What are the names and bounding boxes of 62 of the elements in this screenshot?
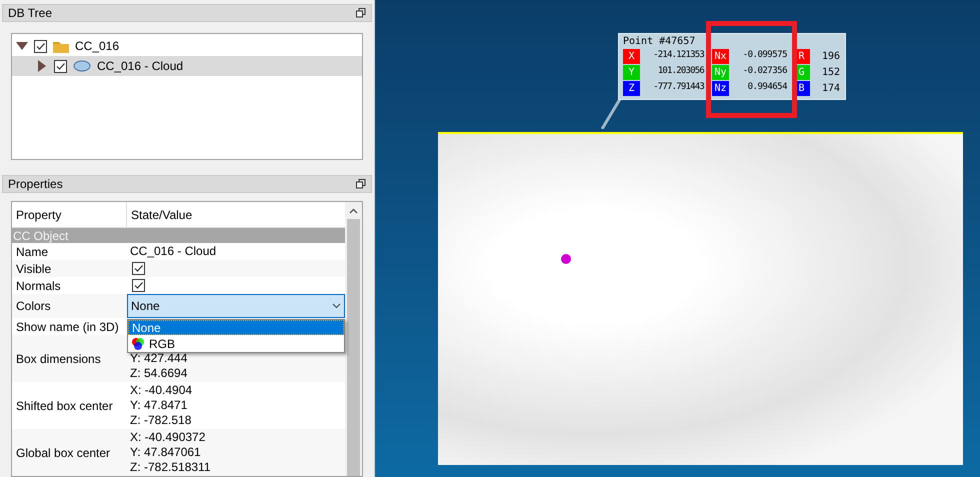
color-value: 196 <box>820 50 840 64</box>
collapsed-arrow-icon[interactable] <box>36 60 48 72</box>
property-value: Y: 47.847061 <box>129 445 202 460</box>
property-value: Z: -782.518311 <box>129 460 212 475</box>
normal-value: -0.099575 <box>742 49 788 62</box>
rgb-circles-icon <box>131 336 145 350</box>
property-value: X: -40.490372 <box>129 430 206 445</box>
coordinate-value: -214.121353 <box>652 49 704 62</box>
checkbox[interactable] <box>54 60 67 72</box>
axis-badge: Nx <box>712 48 729 64</box>
property-label: Normals <box>15 278 62 294</box>
property-value: Y: 47.8471 <box>129 398 188 413</box>
picked-point-marker <box>561 254 571 264</box>
property-value: Y: 427.444 <box>129 351 188 366</box>
float-window-icon[interactable] <box>356 8 366 18</box>
section-header: CC Object <box>12 228 345 243</box>
folder-icon <box>53 40 69 52</box>
dropdown-option[interactable]: None <box>128 320 344 335</box>
coordinate-value: -777.791443 <box>652 81 704 94</box>
expanded-arrow-icon[interactable] <box>16 40 28 52</box>
tree-item-label: CC_016 - Cloud <box>97 58 184 75</box>
property-label: Shifted box center <box>15 398 114 414</box>
property-value: Z: -782.518 <box>129 413 192 428</box>
column-header[interactable]: State/Value <box>127 202 345 227</box>
property-value: Z: 54.6694 <box>129 366 188 381</box>
3d-viewport[interactable]: Point #47657 X -214.121353 Nx -0.099575 R 196 Y 101.203056 Ny -0.027356 G 152 Z -777.791443 Nz 0.994654 B 174 <box>375 0 980 477</box>
color-value: 174 <box>820 82 840 96</box>
checkbox[interactable] <box>34 40 47 52</box>
scrollbar-thumb[interactable] <box>347 219 360 476</box>
cloud-icon <box>73 60 91 72</box>
axis-badge: Z <box>623 80 640 96</box>
property-value: CC_016 - Cloud <box>129 244 218 259</box>
axis-badge: Y <box>623 64 640 80</box>
axis-badge: Ny <box>712 64 729 80</box>
float-window-icon[interactable] <box>356 179 366 189</box>
coordinate-value: 101.203056 <box>656 65 704 78</box>
property-label: Global box center <box>15 444 112 462</box>
point-title: Point #47657 <box>623 35 696 48</box>
scrollbar[interactable] <box>345 202 362 476</box>
tree-item[interactable]: CC_016 - Cloud <box>12 56 362 76</box>
property-label: Colors <box>15 298 52 315</box>
checkbox[interactable] <box>132 279 145 292</box>
property-label: Box dimensions <box>15 350 102 368</box>
property-label: Visible <box>15 260 52 277</box>
color-value: 152 <box>820 66 840 80</box>
leader-line <box>601 99 621 129</box>
tree-item-label: CC_016 <box>75 38 120 55</box>
panel-title: Properties <box>8 176 63 193</box>
colors-dropdown[interactable]: None <box>127 294 345 318</box>
dropdown-option[interactable]: RGB <box>128 335 344 352</box>
property-value: X: -40.4904 <box>129 383 194 398</box>
checkbox[interactable] <box>132 262 145 275</box>
column-header[interactable]: Property <box>12 202 127 227</box>
axis-badge: X <box>623 48 640 64</box>
axis-badge: Nz <box>712 80 729 96</box>
tree-item[interactable]: CC_016 <box>12 36 362 56</box>
chevron-down-icon <box>332 303 341 309</box>
property-label: Show name (in 3D) <box>15 318 120 335</box>
property-label: Name <box>15 244 50 260</box>
normal-value: 0.994654 <box>746 81 788 94</box>
normal-value: -0.027356 <box>742 65 788 78</box>
panel-title: DB Tree <box>8 5 52 22</box>
